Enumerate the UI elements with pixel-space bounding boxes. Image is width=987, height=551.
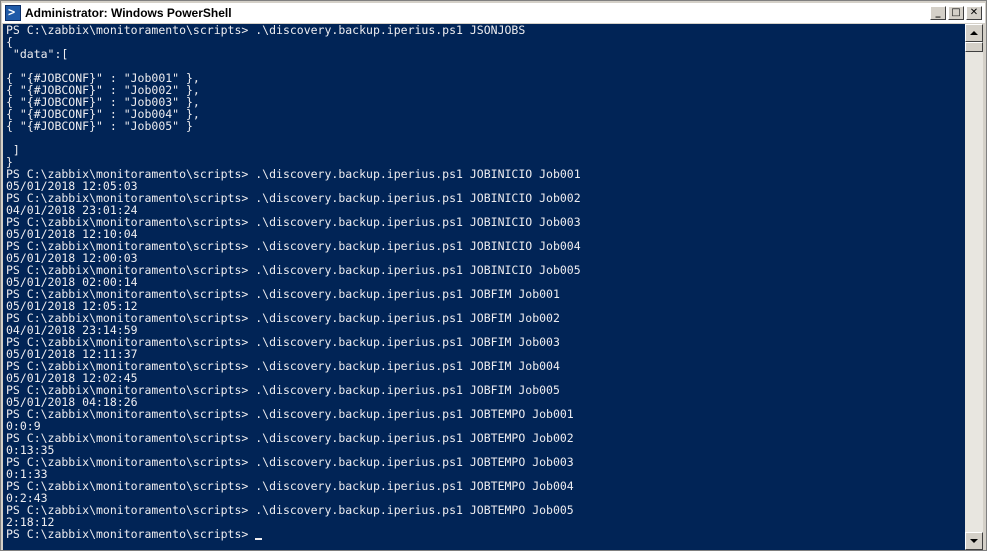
console-line: PS C:\zabbix\monitoramento\scripts> .\di…: [6, 431, 574, 445]
console-line: PS C:\zabbix\monitoramento\scripts> .\di…: [6, 335, 560, 349]
maximize-button[interactable]: □: [948, 6, 964, 20]
console-output: PS C:\zabbix\monitoramento\scripts> .\di…: [3, 24, 965, 528]
console-line: PS C:\zabbix\monitoramento\scripts> .\di…: [6, 407, 574, 421]
console-line: PS C:\zabbix\monitoramento\scripts> .\di…: [6, 263, 581, 277]
scrollbar-thumb[interactable]: [965, 42, 983, 52]
console-line: PS C:\zabbix\monitoramento\scripts> .\di…: [6, 383, 560, 397]
console-line: PS C:\zabbix\monitoramento\scripts> .\di…: [6, 215, 581, 229]
console-prompt-line[interactable]: PS C:\zabbix\monitoramento\scripts>: [3, 528, 965, 540]
console-line: PS C:\zabbix\monitoramento\scripts> .\di…: [6, 24, 526, 37]
console-line: {: [6, 35, 13, 49]
console-line: PS C:\zabbix\monitoramento\scripts> .\di…: [6, 191, 581, 205]
powershell-icon[interactable]: >: [5, 5, 21, 21]
console-line: PS C:\zabbix\monitoramento\scripts> .\di…: [6, 359, 560, 373]
powershell-window: > Administrator: Windows PowerShell _ □ …: [0, 0, 987, 551]
console-line: "data":[: [6, 47, 69, 61]
window-controls: _ □ ✕: [930, 6, 982, 20]
arrow-up-icon: [970, 31, 978, 35]
title-bar[interactable]: > Administrator: Windows PowerShell _ □ …: [2, 3, 985, 23]
console-area[interactable]: PS C:\zabbix\monitoramento\scripts> .\di…: [3, 24, 965, 550]
console-prompt: PS C:\zabbix\monitoramento\scripts>: [6, 527, 249, 541]
vertical-scrollbar[interactable]: [965, 24, 983, 550]
minimize-button[interactable]: _: [930, 6, 946, 20]
console-line: PS C:\zabbix\monitoramento\scripts> .\di…: [6, 167, 581, 181]
console-line: { "{#JOBCONF}" : "Job005" }: [6, 119, 193, 133]
console-line: PS C:\zabbix\monitoramento\scripts> .\di…: [6, 287, 560, 301]
arrow-down-icon: [970, 539, 978, 543]
console-line: ]: [6, 143, 20, 157]
console-line: PS C:\zabbix\monitoramento\scripts> .\di…: [6, 455, 574, 469]
scroll-up-button[interactable]: [965, 24, 983, 42]
console-line: PS C:\zabbix\monitoramento\scripts> .\di…: [6, 479, 574, 493]
console-line: PS C:\zabbix\monitoramento\scripts> .\di…: [6, 311, 560, 325]
console-line: PS C:\zabbix\monitoramento\scripts> .\di…: [6, 503, 574, 517]
window-title: Administrator: Windows PowerShell: [25, 6, 232, 20]
console-line: PS C:\zabbix\monitoramento\scripts> .\di…: [6, 239, 581, 253]
close-button[interactable]: ✕: [966, 6, 982, 20]
scroll-down-button[interactable]: [965, 532, 983, 550]
text-cursor: [255, 538, 263, 540]
